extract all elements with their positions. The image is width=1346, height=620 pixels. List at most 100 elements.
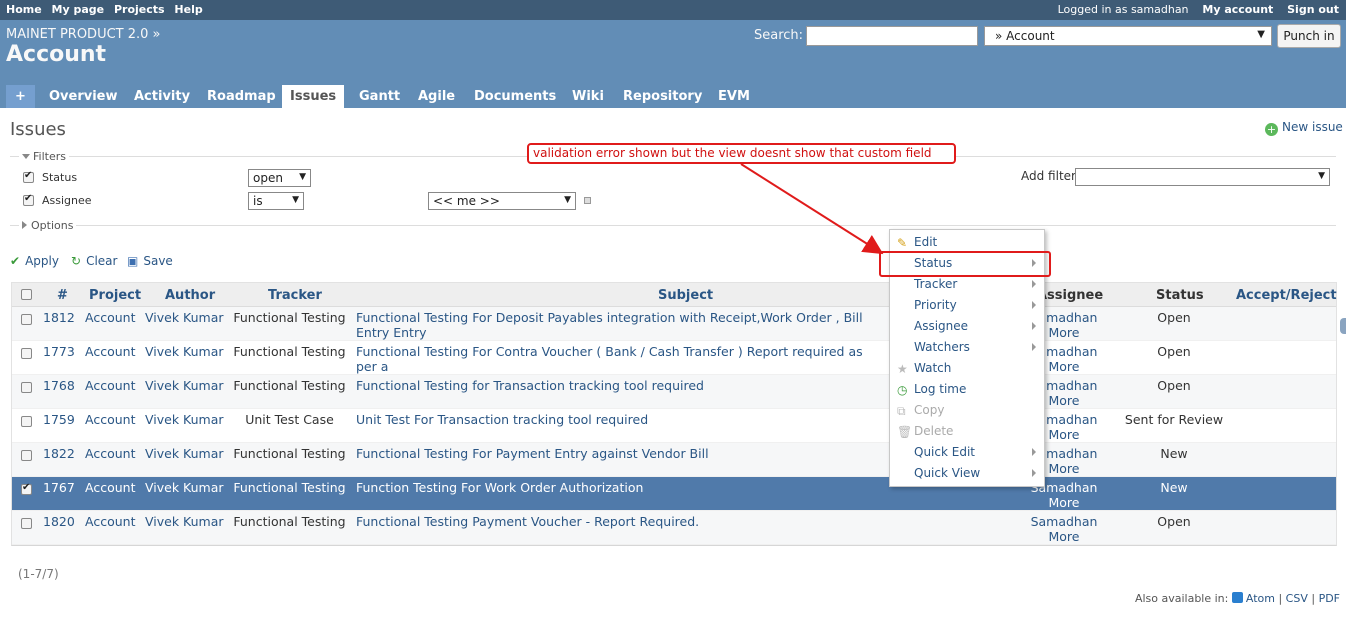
issue-id-link[interactable]: 1822 (43, 446, 75, 461)
issue-project-link[interactable]: Account (85, 446, 135, 461)
tab-gantt[interactable]: Gantt (351, 85, 408, 108)
context-menu-item-assignee[interactable]: Assignee (890, 316, 1044, 337)
filter-status-operator-select[interactable]: open ▼ (248, 169, 311, 187)
row-select-checkbox[interactable] (21, 382, 32, 393)
column-header-tracker[interactable]: Tracker (268, 288, 322, 303)
issue-subject-link[interactable]: Functional Testing For Contra Voucher ( … (356, 344, 886, 374)
add-filter-select[interactable]: ▼ (1075, 168, 1330, 186)
issue-subject-link[interactable]: Functional Testing for Transaction track… (356, 378, 886, 393)
status-highlight-box (879, 251, 1051, 277)
top-link-projects[interactable]: Projects (114, 3, 165, 16)
filter-status-checkbox[interactable] (23, 170, 34, 183)
issue-id-link[interactable]: 1768 (43, 378, 75, 393)
context-menu-item-log-time[interactable]: ◷ Log time (890, 379, 1044, 400)
punch-in-button[interactable]: Punch in (1277, 24, 1341, 48)
tab-overview[interactable]: Overview (41, 85, 126, 108)
project-jump-select[interactable]: » Account ▼ (984, 26, 1272, 46)
column-header-assignee[interactable]: Assignee (1037, 288, 1103, 303)
table-row[interactable]: 1759 Account Vivek Kumar Unit Test Case Unit… (12, 409, 1336, 443)
tab-roadmap[interactable]: Roadmap (199, 85, 284, 108)
apply-link[interactable]: ✔ Apply (10, 254, 59, 268)
top-link-my-page[interactable]: My page (52, 3, 105, 16)
new-object-plus-button[interactable]: + (6, 85, 35, 108)
search-input[interactable] (806, 26, 978, 46)
issue-assignee-more-link[interactable]: More (1029, 495, 1099, 510)
atom-link[interactable]: Atom (1246, 592, 1275, 605)
tab-activity[interactable]: Activity (126, 85, 198, 108)
table-row[interactable]: 1820 Account Vivek Kumar Functional Testing… (12, 511, 1336, 545)
options-legend[interactable]: Options (19, 219, 77, 232)
issue-project-link[interactable]: Account (85, 310, 135, 325)
table-row[interactable]: 1822 Account Vivek Kumar Functional Testing… (12, 443, 1336, 477)
new-issue-link[interactable]: + New issue (1265, 120, 1343, 136)
issue-id-link[interactable]: 1820 (43, 514, 75, 529)
row-select-checkbox[interactable] (21, 518, 32, 529)
sign-out-link[interactable]: Sign out (1287, 3, 1339, 16)
select-all-checkbox[interactable] (21, 289, 32, 300)
tab-wiki[interactable]: Wiki (564, 85, 612, 108)
column-header-accept-reject[interactable]: Accept/Reject (1236, 288, 1337, 303)
row-select-checkbox[interactable] (21, 314, 32, 325)
issue-assignee-more-link[interactable]: More (1029, 529, 1099, 544)
side-panel-handle[interactable] (1340, 318, 1346, 334)
row-select-checkbox[interactable] (21, 482, 32, 495)
issue-id-link[interactable]: 1767 (43, 480, 75, 495)
clear-link[interactable]: ↻ Clear (71, 254, 117, 268)
issue-project-link[interactable]: Account (85, 344, 135, 359)
issue-id-link[interactable]: 1812 (43, 310, 75, 325)
issue-project-link[interactable]: Account (85, 480, 135, 495)
filter-assignee-operator-select[interactable]: is ▼ (248, 192, 304, 210)
context-menu-item-watchers[interactable]: Watchers (890, 337, 1044, 358)
context-menu-item-quick-view[interactable]: Quick View (890, 463, 1044, 484)
context-menu-item-priority[interactable]: Priority (890, 295, 1044, 316)
tab-issues[interactable]: Issues (282, 85, 345, 108)
tab-agile[interactable]: Agile (410, 85, 463, 108)
tab-repository[interactable]: Repository (615, 85, 710, 108)
filters-legend[interactable]: Filters (19, 150, 69, 163)
context-menu-item-watch[interactable]: ★ Watch (890, 358, 1044, 379)
toggle-multiselect-icon[interactable] (584, 197, 591, 204)
table-row[interactable]: 1773 Account Vivek Kumar Functional Testing… (12, 341, 1336, 375)
issue-id-link[interactable]: 1773 (43, 344, 75, 359)
filter-assignee-value-select[interactable]: << me >> ▼ (428, 192, 576, 210)
issue-project-link[interactable]: Account (85, 378, 135, 393)
issue-project-link[interactable]: Account (85, 412, 135, 427)
tab-documents[interactable]: Documents (466, 85, 564, 108)
issue-rows: 1812 Account Vivek Kumar Functional Testing… (12, 307, 1336, 545)
filter-assignee-checkbox[interactable] (23, 193, 34, 206)
row-select-checkbox[interactable] (21, 348, 32, 359)
my-account-link[interactable]: My account (1202, 3, 1273, 16)
column-header-status[interactable]: Status (1156, 288, 1204, 303)
top-link-home[interactable]: Home (6, 3, 42, 16)
table-row[interactable]: 1768 Account Vivek Kumar Functional Testing… (12, 375, 1336, 409)
column-header-id[interactable]: # (57, 288, 68, 303)
column-header-author[interactable]: Author (165, 288, 215, 303)
row-select-checkbox[interactable] (21, 416, 32, 427)
table-row[interactable]: 1767AccountVivek KumarFunctional Testing… (12, 477, 1336, 511)
issue-project-link[interactable]: Account (85, 514, 135, 529)
issue-subject-link[interactable]: Functional Testing Payment Voucher - Rep… (356, 514, 886, 529)
issue-id-link[interactable]: 1759 (43, 412, 75, 427)
context-menu-item-edit[interactable]: ✎ Edit (890, 232, 1044, 253)
pdf-link[interactable]: PDF (1319, 592, 1340, 605)
issue-subject-link[interactable]: Functional Testing For Payment Entry aga… (356, 446, 886, 461)
issue-subject-link[interactable]: Functional Testing For Deposit Payables … (356, 310, 886, 340)
context-menu-item-tracker[interactable]: Tracker (890, 274, 1044, 295)
tab-evm[interactable]: EVM (710, 85, 758, 108)
issue-subject-link[interactable]: Unit Test For Transaction tracking tool … (356, 412, 886, 427)
context-menu-label: Watch (914, 361, 952, 375)
row-select-checkbox[interactable] (21, 450, 32, 461)
column-header-project[interactable]: Project (89, 288, 141, 303)
logged-in-user[interactable]: samadhan (1131, 3, 1189, 16)
column-header-subject[interactable]: Subject (658, 288, 713, 303)
table-row[interactable]: 1812 Account Vivek Kumar Functional Testing… (12, 307, 1336, 341)
context-menu-label: Quick Edit (914, 445, 975, 459)
issue-assignee-link[interactable]: Samadhan (1029, 514, 1099, 529)
reload-icon: ↻ (71, 254, 82, 268)
csv-link[interactable]: CSV (1286, 592, 1308, 605)
top-link-help[interactable]: Help (174, 3, 202, 16)
context-menu-item-quick-edit[interactable]: Quick Edit (890, 442, 1044, 463)
save-query-link[interactable]: ▣ Save (127, 254, 173, 268)
issue-subject-link[interactable]: Function Testing For Work Order Authoriz… (356, 480, 886, 495)
parent-project-link[interactable]: MAINET PRODUCT 2.0 » (6, 27, 161, 42)
